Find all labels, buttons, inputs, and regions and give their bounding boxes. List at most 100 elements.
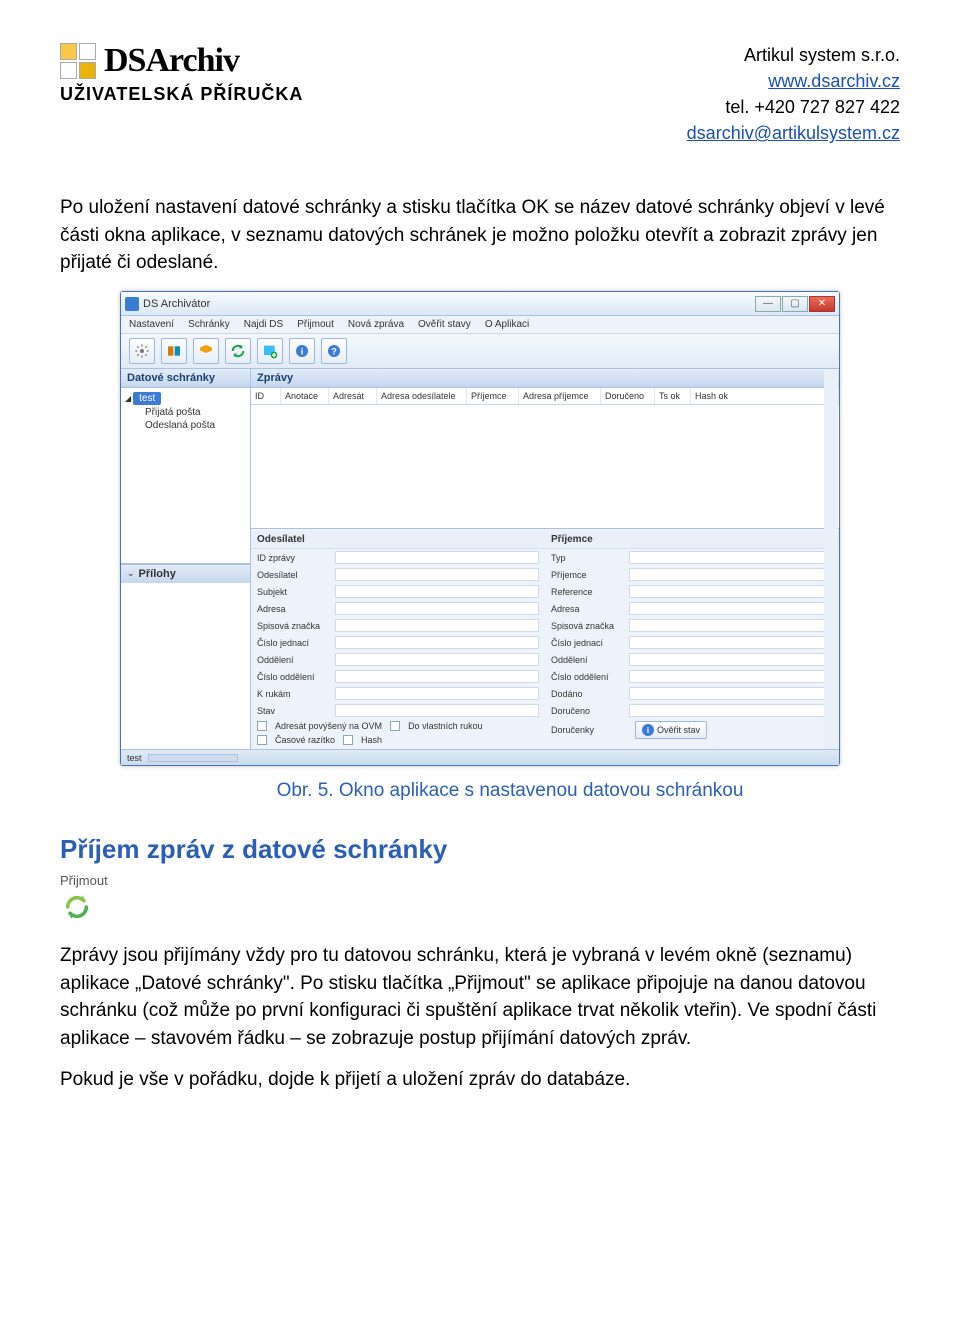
chk-casove-razitko-label: Časové razítko — [275, 735, 335, 745]
val-adresa-r[interactable] — [629, 602, 833, 615]
col-adresa-odesilatele[interactable]: Adresa odesílatele — [377, 388, 467, 404]
maximize-button[interactable]: ▢ — [782, 296, 808, 312]
val-doruceno[interactable] — [629, 704, 833, 717]
menu-nova-zprava[interactable]: Nová zpráva — [348, 319, 404, 330]
menu-prijmout[interactable]: Přijmout — [297, 319, 334, 330]
val-spisova-r[interactable] — [629, 619, 833, 632]
col-doruceno[interactable]: Doručeno — [601, 388, 655, 404]
lbl-id-zpravy: ID zprávy — [257, 553, 335, 563]
lbl-subjekt: Subjekt — [257, 587, 335, 597]
lbl-oddeleni-r: Oddělení — [551, 655, 629, 665]
lbl-adresa-s: Adresa — [257, 604, 335, 614]
company-name: Artikul system s.r.o. — [687, 42, 900, 68]
col-adresa-prijemce[interactable]: Adresa příjemce — [519, 388, 601, 404]
paragraph-intro: Po uložení nastavení datové schránky a s… — [60, 194, 900, 277]
tree-inbox[interactable]: Přijatá pošta — [125, 407, 246, 418]
val-typ[interactable] — [629, 551, 833, 564]
app-icon — [125, 297, 139, 311]
val-prijemce[interactable] — [629, 568, 833, 581]
val-cislo-jednaci-s[interactable] — [335, 636, 539, 649]
chk-do-vlastnich-rukou-label: Do vlastních rukou — [408, 721, 483, 731]
grid-body — [251, 405, 839, 529]
mailbox-tree: ◢ test Přijatá pošta Odeslaná pošta — [121, 388, 250, 564]
val-k-rukam[interactable] — [335, 687, 539, 700]
phone: tel. +420 727 827 422 — [687, 94, 900, 120]
lbl-cislo-oddeleni-r: Číslo oddělení — [551, 672, 629, 682]
verify-status-button[interactable]: i Ověřit stav — [635, 721, 707, 739]
lbl-prijemce: Příjemce — [551, 570, 629, 580]
tb-new-message[interactable] — [257, 338, 283, 364]
svg-text:i: i — [301, 346, 304, 356]
tb-mailboxes[interactable] — [161, 338, 187, 364]
chk-hash[interactable] — [343, 735, 353, 745]
section-heading: Příjem zpráv z datové schránky — [60, 834, 900, 865]
tree-root[interactable]: ◢ test — [125, 392, 246, 405]
lbl-dorucenky: Doručenky — [551, 725, 629, 735]
val-cislo-oddeleni-s[interactable] — [335, 670, 539, 683]
val-oddeleni-s[interactable] — [335, 653, 539, 666]
grid-header: ID Anotace Adresát Adresa odesílatele Př… — [251, 388, 839, 405]
col-hash-ok[interactable]: Hash ok — [691, 388, 839, 404]
lbl-spisova-r: Spisová značka — [551, 621, 629, 631]
lbl-stav: Stav — [257, 706, 335, 716]
tb-find[interactable] — [193, 338, 219, 364]
chk-adresat-ovm[interactable] — [257, 721, 267, 731]
detail-panel: Odesílatel ID zprávy Odesílatel Subjekt … — [251, 529, 839, 749]
val-stav[interactable] — [335, 704, 539, 717]
scrollbar[interactable] — [824, 369, 838, 749]
header-left: DSArchiv UŽIVATELSKÁ PŘÍRUČKA — [60, 42, 303, 105]
val-spisova-s[interactable] — [335, 619, 539, 632]
tree-expand-icon[interactable]: ◢ — [125, 394, 131, 403]
val-cislo-jednaci-r[interactable] — [629, 636, 833, 649]
lbl-odesilatel: Odesílatel — [257, 570, 335, 580]
val-reference[interactable] — [629, 585, 833, 598]
menu-najdi-ds[interactable]: Najdi DS — [244, 319, 283, 330]
attachments-label: Přílohy — [139, 568, 176, 580]
tree-sent[interactable]: Odeslaná pošta — [125, 420, 246, 431]
window-title: DS Archivátor — [143, 298, 210, 310]
tb-verify[interactable]: i — [289, 338, 315, 364]
chk-do-vlastnich-rukou[interactable] — [390, 721, 400, 731]
menu-o-aplikaci[interactable]: O Aplikaci — [485, 319, 529, 330]
sender-column: Odesílatel ID zprávy Odesílatel Subjekt … — [251, 529, 545, 749]
col-adresat[interactable]: Adresát — [329, 388, 377, 404]
recipient-header: Příjemce — [545, 531, 839, 549]
tb-settings[interactable] — [129, 338, 155, 364]
val-odesilatel[interactable] — [335, 568, 539, 581]
menu-schranky[interactable]: Schránky — [188, 319, 230, 330]
info-icon: i — [642, 724, 654, 736]
lbl-reference: Reference — [551, 587, 629, 597]
tb-about[interactable]: ? — [321, 338, 347, 364]
attachments-panel-header[interactable]: ⌄ Přílohy — [121, 564, 250, 583]
col-ts-ok[interactable]: Ts ok — [655, 388, 691, 404]
chk-casove-razitko[interactable] — [257, 735, 267, 745]
statusbar-track — [148, 754, 238, 762]
website-link[interactable]: www.dsarchiv.cz — [768, 71, 900, 91]
lbl-adresa-r: Adresa — [551, 604, 629, 614]
val-subjekt[interactable] — [335, 585, 539, 598]
minimize-button[interactable]: — — [755, 296, 781, 312]
paragraph-receive: Zprávy jsou přijímány vždy pro tu datovo… — [60, 942, 900, 1052]
logo-text: DSArchiv — [104, 42, 239, 80]
close-button[interactable]: ✕ — [809, 296, 835, 312]
col-prijemce[interactable]: Příjemce — [467, 388, 519, 404]
email-link[interactable]: dsarchiv@artikulsystem.cz — [687, 123, 900, 143]
col-anotace[interactable]: Anotace — [281, 388, 329, 404]
page-header: DSArchiv UŽIVATELSKÁ PŘÍRUČKA Artikul sy… — [60, 42, 900, 146]
chevron-down-icon: ⌄ — [127, 568, 135, 579]
val-oddeleni-r[interactable] — [629, 653, 833, 666]
lbl-cislo-jednaci-r: Číslo jednací — [551, 638, 629, 648]
lbl-k-rukam: K rukám — [257, 689, 335, 699]
val-dodano[interactable] — [629, 687, 833, 700]
val-id-zpravy[interactable] — [335, 551, 539, 564]
val-adresa-s[interactable] — [335, 602, 539, 615]
lbl-oddeleni-s: Oddělení — [257, 655, 335, 665]
toolbar: i ? — [121, 334, 839, 369]
menu-nastaveni[interactable]: Nastavení — [129, 319, 174, 330]
tb-receive[interactable] — [225, 338, 251, 364]
col-id[interactable]: ID — [251, 388, 281, 404]
document-subtitle: UŽIVATELSKÁ PŘÍRUČKA — [60, 84, 303, 105]
lbl-dodano: Dodáno — [551, 689, 629, 699]
menu-overit-stavy[interactable]: Ověřit stavy — [418, 319, 471, 330]
val-cislo-oddeleni-r[interactable] — [629, 670, 833, 683]
